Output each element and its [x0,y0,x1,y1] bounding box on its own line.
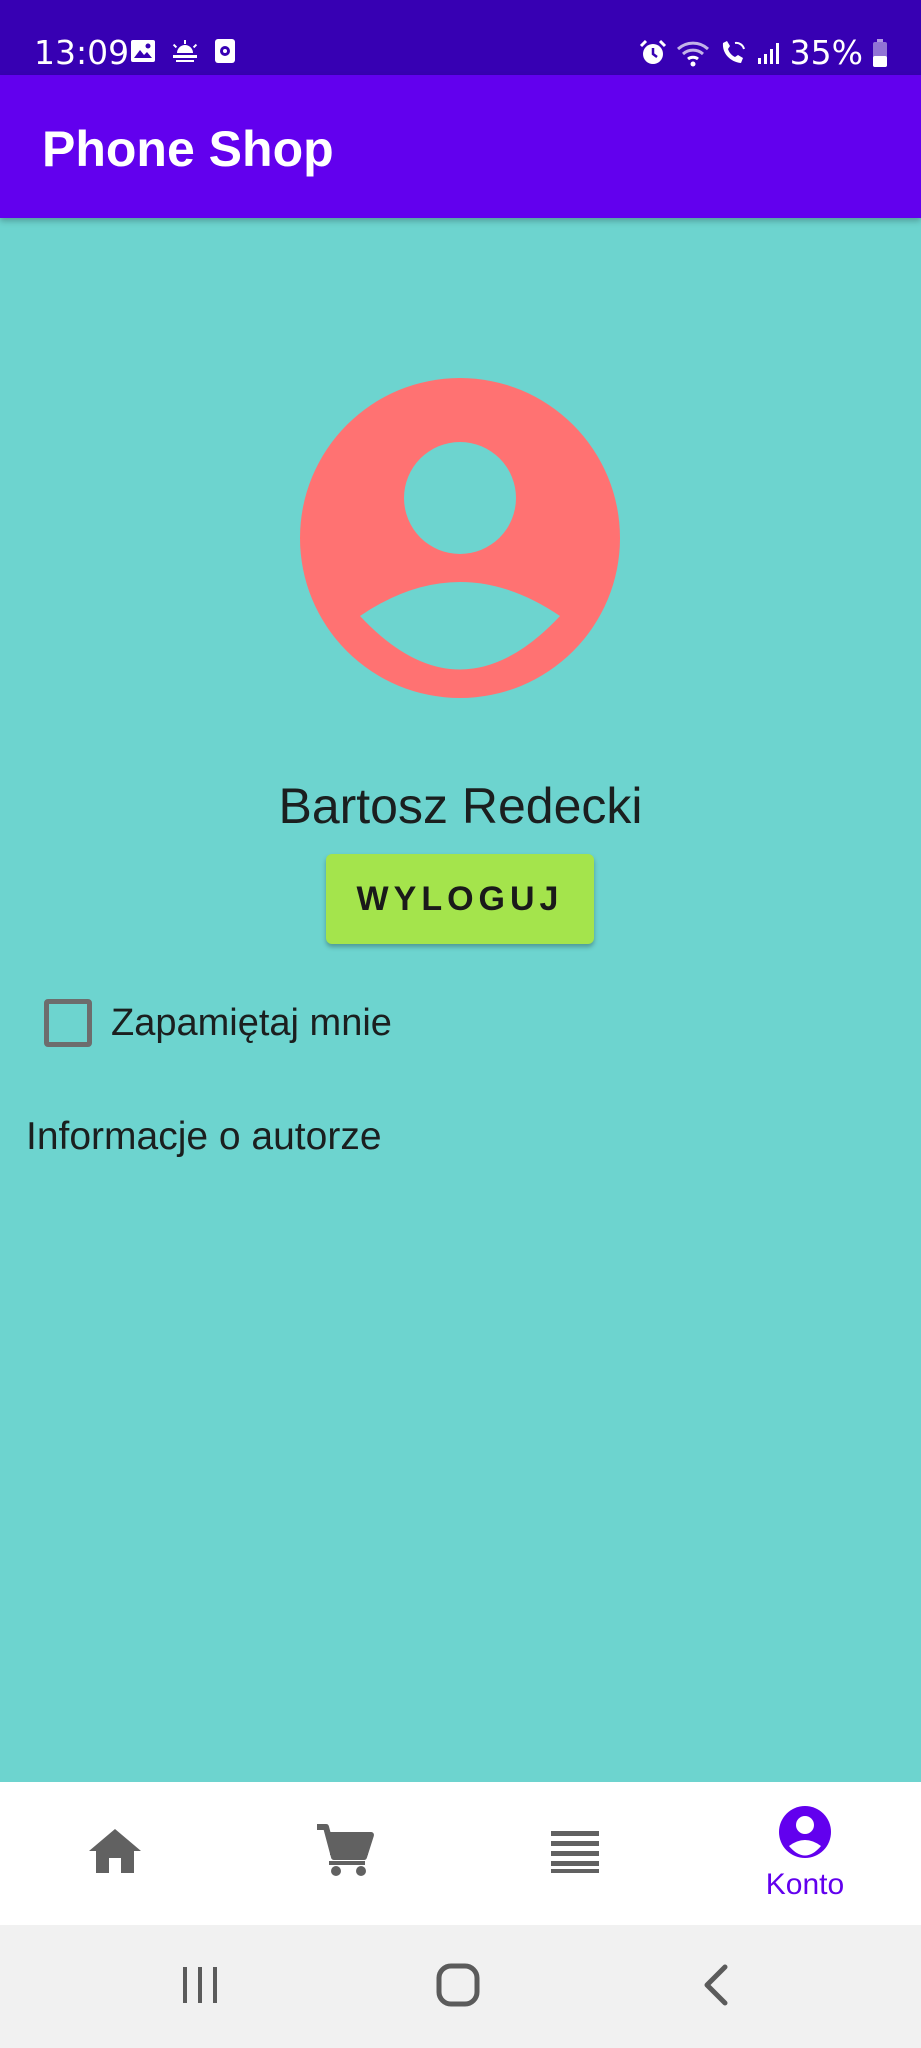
recents-icon [180,1965,220,2010]
battery-icon [871,38,889,68]
nav-item-cart[interactable] [230,1782,460,1925]
nav-label-account: Konto [765,1868,845,1901]
screen-recorder-icon [214,38,236,64]
account-screen: 13:09 35% Phone Shop Bartosz Redecki WYL… [0,0,921,2048]
logout-button[interactable]: WYLOGUJ [326,854,594,944]
status-bar: 13:09 35% [0,0,921,75]
nav-item-list[interactable] [460,1782,690,1925]
home-button[interactable] [418,1955,498,2019]
battery-percentage: 35% [789,33,863,72]
signal-icon [756,40,782,66]
remember-me-checkbox-row[interactable]: Zapamiętaj mnie [44,999,392,1047]
weather-icon [170,39,200,63]
system-navigation-bar [0,1925,921,2048]
bottom-navigation: Konto [0,1782,921,1925]
status-left-icons [130,38,236,64]
home-button-icon [436,1963,480,2012]
wifi-calling-icon [718,39,748,67]
app-title: Phone Shop [42,121,334,177]
gallery-icon [130,39,156,63]
home-icon [87,1826,143,1881]
avatar-account-circle-icon [300,378,620,698]
back-button[interactable] [676,1955,756,2019]
cart-icon [315,1823,375,1884]
back-icon [701,1964,731,2011]
nav-item-home[interactable] [0,1782,230,1925]
nav-item-account[interactable]: Konto [690,1782,920,1925]
author-info-link[interactable]: Informacje o autorze [26,1112,382,1162]
wifi-icon [676,39,710,67]
status-right-icons: 35% [638,34,889,72]
remember-me-label: Zapamiętaj mnie [111,1002,392,1044]
account-circle-icon [778,1805,832,1864]
alarm-icon [638,38,668,68]
app-bar: Phone Shop [0,75,921,218]
user-name: Bartosz Redecki [278,778,643,834]
status-time: 13:09 [34,33,130,72]
recents-button[interactable] [160,1955,240,2019]
list-icon [550,1829,600,1878]
remember-me-checkbox[interactable] [44,999,92,1047]
